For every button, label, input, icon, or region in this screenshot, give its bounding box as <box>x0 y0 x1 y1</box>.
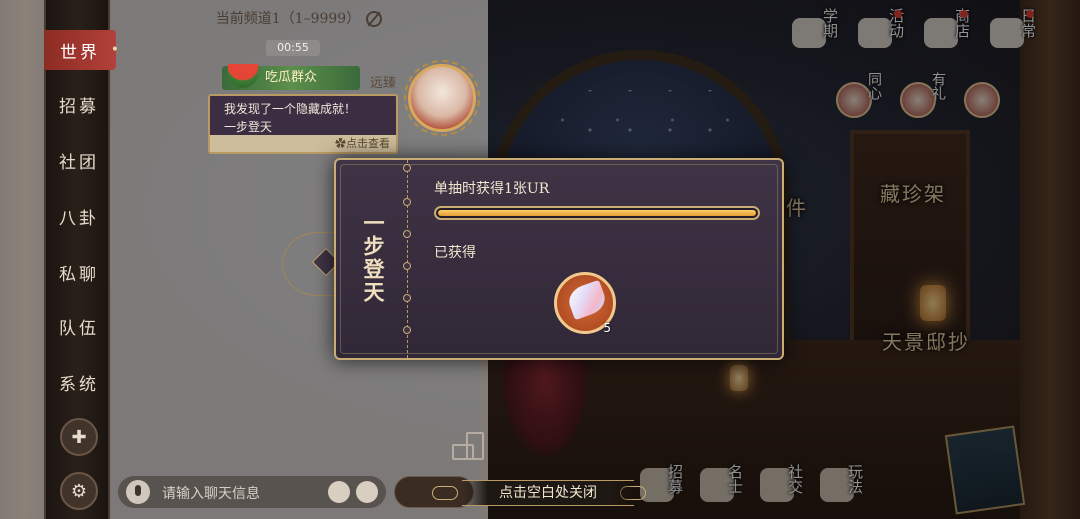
chat-input-field[interactable]: 请输入聊天信息 <box>118 476 386 508</box>
tab-private[interactable]: 私聊 <box>48 252 110 292</box>
rail-dot <box>403 326 411 334</box>
modal-title-panel: 一步登天 <box>336 160 408 358</box>
view-detail-link[interactable]: ✿点击查看 <box>210 135 396 152</box>
tab-gossip[interactable]: 八卦 <box>48 196 110 236</box>
tab-team-label: 队伍 <box>59 318 99 339</box>
hint-ornament-left <box>432 486 458 500</box>
rail-dot <box>403 262 411 270</box>
message-timestamp: 00:55 <box>266 40 320 56</box>
rail-dot <box>403 198 411 206</box>
tab-system-label: 系统 <box>59 374 99 395</box>
tab-private-label: 私聊 <box>59 264 99 285</box>
crystal-icon <box>564 279 610 321</box>
channel-title: 当前频道1（1–9999） <box>215 11 361 27</box>
chat-input-placeholder: 请输入聊天信息 <box>162 486 260 502</box>
tab-recruit[interactable]: 招募 <box>48 84 110 124</box>
channel-header[interactable]: 当前频道1（1–9999） <box>110 8 488 28</box>
emoji-icon[interactable] <box>328 481 350 503</box>
message-line-1: 我发现了一个隐藏成就！ <box>224 102 357 116</box>
reward-item[interactable]: 5 <box>554 272 616 335</box>
message-author[interactable]: 远臻 <box>370 72 396 91</box>
message-bubble[interactable]: 我发现了一个隐藏成就！ 一步登天 ✿点击查看 <box>208 94 398 154</box>
achievement-modal: 一步登天 单抽时获得1张UR 已获得 5 <box>334 158 784 360</box>
tab-gossip-label: 八卦 <box>59 208 99 229</box>
rail-dot <box>403 294 411 302</box>
achievement-condition: 单抽时获得1张UR <box>434 181 550 197</box>
avatar[interactable] <box>408 64 476 132</box>
tab-system[interactable]: 系统 <box>48 362 110 402</box>
settings-gear-icon[interactable]: ⚙ <box>60 472 98 510</box>
sticker-icon[interactable] <box>356 481 378 503</box>
message-line-2: 一步登天 <box>224 120 273 134</box>
close-hint[interactable]: 点击空白处关闭 <box>462 480 634 506</box>
tab-recruit-label: 招募 <box>59 96 99 117</box>
title-badge-text: 吃瓜群众 <box>264 70 317 85</box>
microphone-icon[interactable] <box>126 480 150 504</box>
achievement-title: 一步登天 <box>361 212 386 304</box>
tab-club-label: 社团 <box>59 152 99 173</box>
reward-count: 5 <box>603 321 611 335</box>
achievement-progress-bar <box>434 206 760 220</box>
rail-dot <box>403 164 411 172</box>
tab-world-label: 世界 <box>60 42 100 63</box>
mute-icon[interactable] <box>366 11 383 27</box>
puzzle-icon[interactable]: ✚ <box>60 418 98 456</box>
progress-fill <box>438 210 756 216</box>
rail-dot <box>403 230 411 238</box>
tab-club[interactable]: 社团 <box>48 140 110 180</box>
tab-world[interactable]: 世界 <box>44 30 122 70</box>
device-switch-icon[interactable] <box>452 430 484 462</box>
tab-team[interactable]: 队伍 <box>48 306 110 346</box>
obtained-label: 已获得 <box>434 245 476 261</box>
